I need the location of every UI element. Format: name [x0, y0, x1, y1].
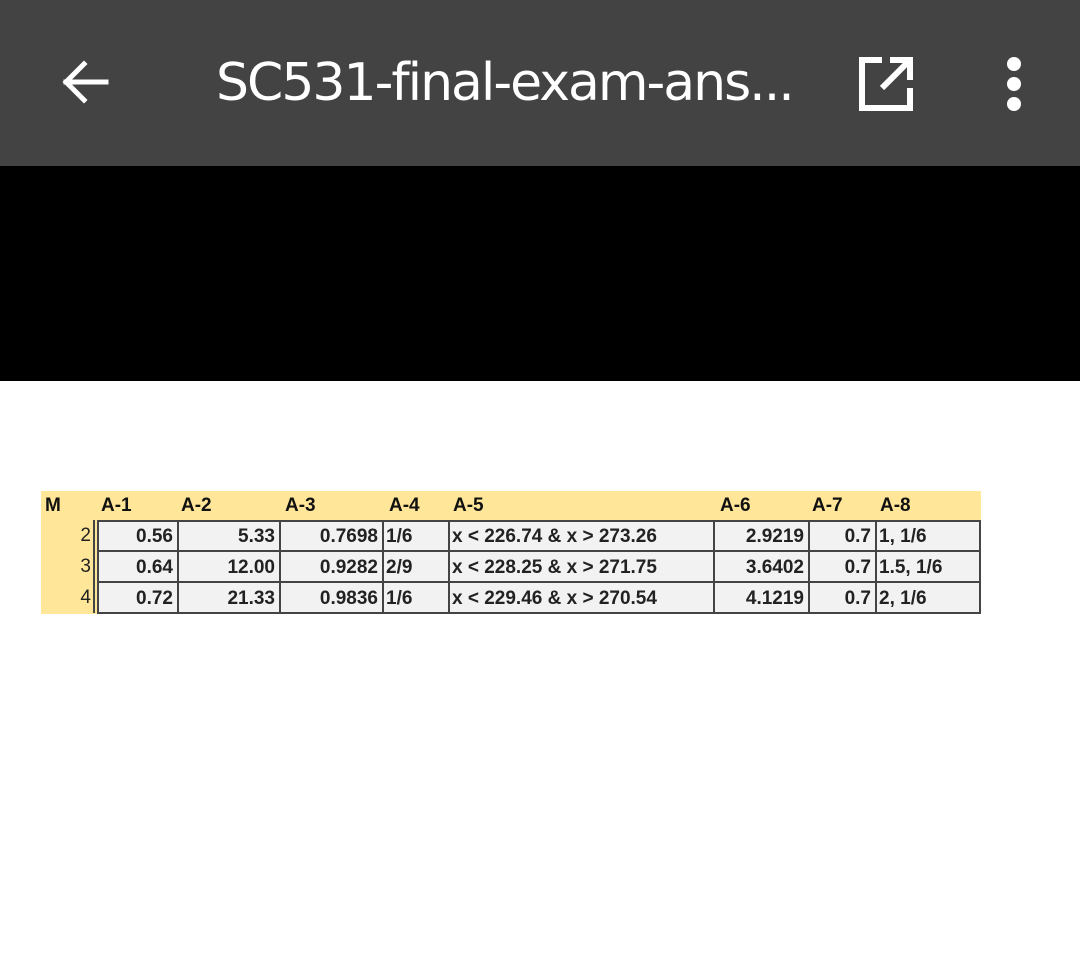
- header-m: M: [45, 495, 61, 516]
- table-cell: 21.33: [227, 588, 275, 609]
- table-cell: 1/6: [386, 526, 413, 547]
- table-cell: 2.9219: [745, 526, 804, 547]
- header-a6: A-6: [720, 495, 751, 516]
- header-a8: A-8: [880, 495, 911, 516]
- table-cell: 2, 1/6: [879, 588, 927, 609]
- table-cell: 4.1219: [745, 588, 804, 609]
- table-cell: 0.56: [136, 526, 173, 547]
- row-m-value: 4: [41, 582, 95, 613]
- header-a2: A-2: [181, 495, 212, 516]
- header-a4: A-4: [389, 495, 420, 516]
- table-cell: 5.33: [238, 526, 275, 547]
- table-cell: 1.5, 1/6: [879, 557, 943, 578]
- back-button[interactable]: [54, 52, 114, 112]
- header-a3: A-3: [285, 495, 316, 516]
- table-cell: x < 229.46 & x > 270.54: [452, 588, 657, 609]
- table-cell: 12.00: [227, 557, 275, 578]
- arrow-left-icon: [62, 60, 109, 104]
- table-cell: 0.72: [136, 588, 173, 609]
- more-vert-icon: [1007, 57, 1021, 111]
- answer-table: M A-1 A-2 A-3 A-4 A-5 A-6 A-7 A-8 2 3 4 …: [41, 491, 981, 614]
- table-cell: 2/9: [386, 557, 413, 578]
- table-cell: 1/6: [386, 588, 413, 609]
- more-options-button[interactable]: [990, 52, 1038, 116]
- open-in-new-icon: [859, 57, 913, 111]
- header-a5: A-5: [453, 495, 484, 516]
- header-a7: A-7: [812, 495, 843, 516]
- header-a1: A-1: [101, 495, 132, 516]
- row-m-value: 2: [41, 520, 95, 551]
- document-title: SC531-final-exam-ans...: [216, 53, 795, 113]
- table-cell: 0.9282: [319, 557, 378, 578]
- table-cell: 0.9836: [319, 588, 378, 609]
- table-cell: 0.7: [844, 588, 871, 609]
- table-cell: x < 228.25 & x > 271.75: [452, 557, 657, 578]
- table-cell: 1, 1/6: [879, 526, 927, 547]
- row-m-value: 3: [41, 551, 95, 582]
- table-cell: 0.7: [844, 526, 871, 547]
- redacted-area: [0, 166, 1080, 381]
- table-cell: 0.64: [136, 557, 173, 578]
- table-cell: 3.6402: [745, 557, 804, 578]
- open-in-new-button[interactable]: [854, 52, 918, 116]
- table-cell: 0.7: [844, 557, 871, 578]
- table-cell: 0.7698: [319, 526, 378, 547]
- table-cell: x < 226.74 & x > 273.26: [452, 526, 657, 547]
- app-bar: SC531-final-exam-ans...: [0, 0, 1080, 166]
- document-page[interactable]: [0, 381, 1080, 958]
